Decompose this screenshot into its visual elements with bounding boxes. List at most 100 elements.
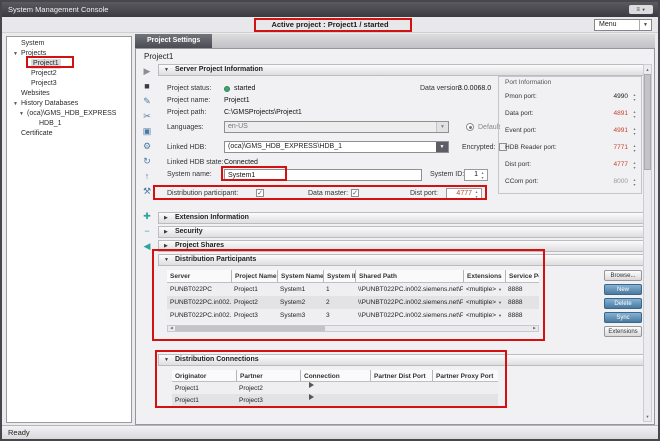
tools-icon[interactable]: ⚒ [138,185,156,198]
menu-dropdown[interactable]: Menu ▼ [594,19,652,31]
extensions-button[interactable]: Extensions [604,326,642,337]
expander-closed-icon[interactable]: ▶ [164,241,168,251]
refresh-icon[interactable]: ↻ [138,155,156,168]
port-spinner[interactable]: ▴▾ [631,110,638,119]
connections-table-header: Originator Partner Connection Partner Di… [172,370,498,382]
hamburger-icon: ≡ [636,7,640,13]
extensions-dropdown[interactable]: <multiple>▼ [463,309,505,322]
data-master-checkbox[interactable]: ✓ [351,189,359,197]
sync-button[interactable]: Sync [604,312,642,323]
scroll-down-icon[interactable]: ▼ [644,412,651,421]
start-icon[interactable]: ▶ [138,65,156,78]
tree-item-project3[interactable]: Project3 [7,79,131,89]
system-id-label: System ID: [430,171,464,178]
scrollbar-thumb[interactable] [644,74,651,170]
port-spinner[interactable]: ▴▾ [631,161,638,170]
expander-icon[interactable]: ▼ [19,109,24,119]
expander-closed-icon[interactable]: ▶ [164,213,168,223]
participant-row[interactable]: PUNBT022PC.in002.sieme Project2 System2 … [167,296,539,309]
tree-item-hdb-1[interactable]: HDB_1 [7,119,131,129]
port-spinner[interactable]: ▴▾ [631,93,638,102]
port-information-title: Port Information [505,79,551,86]
extensions-dropdown[interactable]: <multiple>▼ [463,283,505,296]
port-spinner[interactable]: ▴▾ [631,127,638,136]
expander-open-icon[interactable]: ▼ [164,255,169,265]
save-icon[interactable]: ▣ [138,125,156,138]
new-button[interactable]: New [604,284,642,295]
linked-hdb-label: Linked HDB: [167,144,206,151]
project-path-value: C:\GMSProjects\Project1 [224,109,302,116]
section-header-distribution-connections[interactable]: ▼ Distribution Connections [158,354,644,366]
port-spinner[interactable]: ▴▾ [631,178,638,187]
tree-item-gms-hdb-express[interactable]: ▼(oca)\GMS_HDB_EXPRESS [7,109,131,119]
scroll-left-icon[interactable]: ◀ [168,326,175,331]
participant-row[interactable]: PUNBT022PC.in002.sieme Project3 System3 … [167,309,539,322]
tree-item-history-databases[interactable]: ▼History Databases [7,99,131,109]
expander-open-icon[interactable]: ▼ [164,65,169,75]
expander-closed-icon[interactable]: ▶ [164,227,168,237]
scroll-right-icon[interactable]: ▶ [531,326,538,331]
spinner-down-icon[interactable]: ▾ [475,195,477,200]
status-started-icon [224,86,230,92]
participants-horizontal-scrollbar[interactable]: ◀ ▶ [167,325,539,332]
system-name-input[interactable] [224,169,422,181]
tab-project-settings[interactable]: Project Settings [135,34,212,48]
tree-item-certificate[interactable]: Certificate [7,129,131,139]
spinner-down-icon[interactable]: ▾ [481,176,483,181]
chevron-down-icon[interactable]: ▼ [436,142,448,152]
participant-row[interactable]: PUNBT022PC Project1 System1 1 \\PUNBT022… [167,283,539,296]
expander-icon[interactable]: ▼ [13,49,18,59]
section-header-security[interactable]: ▶ Security [158,226,644,238]
upload-icon[interactable]: ↑ [138,170,156,183]
remove-icon[interactable]: − [138,225,156,238]
expander-icon[interactable]: ▼ [13,99,18,109]
tree-item-project2[interactable]: Project2 [7,69,131,79]
project-title: Project1 [144,52,173,61]
cut-icon[interactable]: ✂ [138,110,156,123]
tree-item-projects[interactable]: ▼Projects [7,49,131,59]
stop-icon[interactable]: ■ [138,80,156,93]
port-spinner[interactable]: ▴▾ [631,144,638,153]
section-header-extension-information[interactable]: ▶ Extension Information [158,212,644,224]
back-icon[interactable]: ◀ [138,240,156,253]
extensions-dropdown[interactable]: <multiple>▼ [463,296,505,309]
project-path-label: Project path: [167,109,206,116]
window-menu-icon[interactable]: ≡ ▼ [629,5,653,14]
settings-icon[interactable]: ⚙ [138,140,156,153]
languages-dropdown[interactable]: en-US ▼ [224,121,449,133]
status-bar: Ready [2,425,658,439]
chevron-down-icon: ▼ [642,7,646,12]
tree-item-project1[interactable]: Project1 [7,59,131,69]
default-radio-label: Default [478,124,500,131]
languages-label: Languages: [167,124,204,131]
distribution-participant-checkbox[interactable]: ✓ [256,189,264,197]
linked-hdb-dropdown[interactable]: (oca)\GMS_HDB_EXPRESS\HDB_1 ▼ [224,141,449,153]
default-language-radio[interactable] [466,123,474,131]
chevron-down-icon[interactable]: ▼ [436,122,448,132]
chevron-down-icon: ▼ [498,313,502,318]
section-header-project-shares[interactable]: ▶ Project Shares [158,240,644,252]
section-header-server-project-information[interactable]: ▼ Server Project Information [158,64,644,76]
table-cell: Project1 [172,382,236,394]
delete-button[interactable]: Delete [604,298,642,309]
port-information-group: Port Information Pmon port: 4990 ▴▾ Data… [498,76,642,194]
port-row-dist: Dist port: 4777 ▴▾ [499,159,641,171]
scrollbar-thumb[interactable] [175,326,325,331]
connection-row[interactable]: Project1 Project2 [172,382,498,394]
window-title: System Management Console [8,5,108,14]
system-id-stepper[interactable]: 1 ▴▾ [464,169,488,181]
browse-button[interactable]: Browse... [604,270,642,281]
dist-port-stepper[interactable]: 4777 ▴▾ [446,188,482,200]
connection-row[interactable]: Project1 Project3 [172,394,498,406]
project-name-label: Project name: [167,97,210,104]
edit-icon[interactable]: ✎ [138,95,156,108]
linked-hdb-state-value: Connected [224,159,258,166]
tree-item-system[interactable]: System [7,39,131,49]
tree-item-websites[interactable]: Websites [7,89,131,99]
vertical-scrollbar[interactable]: ▲ ▼ [643,64,652,422]
scroll-up-icon[interactable]: ▲ [644,65,651,74]
expander-open-icon[interactable]: ▼ [164,355,169,365]
add-icon[interactable]: ✚ [138,210,156,223]
data-master-label: Data master: [308,190,348,197]
section-header-distribution-participants[interactable]: ▼ Distribution Participants [158,254,644,266]
